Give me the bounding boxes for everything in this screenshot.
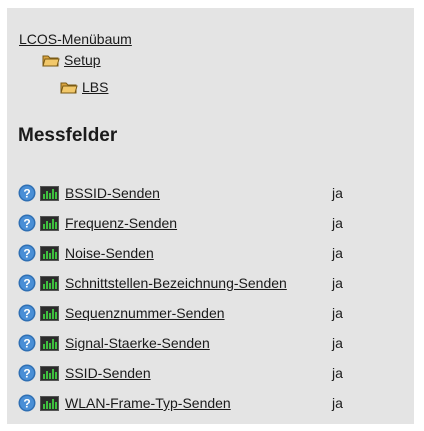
parameter-value: ja — [332, 335, 343, 351]
parameter-link[interactable]: Noise-Senden — [65, 245, 330, 261]
parameter-value: ja — [332, 305, 343, 321]
chart-icon[interactable] — [40, 365, 59, 381]
tree-node-setup-label[interactable]: Setup — [64, 52, 101, 68]
chart-icon[interactable] — [40, 335, 59, 351]
section-title: Messfelder — [18, 125, 118, 146]
help-icon[interactable]: ? — [18, 364, 36, 382]
parameter-row: ? BSSID-Senden ja — [18, 178, 408, 208]
tree-node-lbs-label[interactable]: LBS — [82, 79, 108, 95]
parameter-row: ? Noise-Senden ja — [18, 238, 408, 268]
svg-text:?: ? — [23, 337, 30, 351]
svg-text:?: ? — [23, 277, 30, 291]
parameter-row: ? Schnittstellen-Bezeichnung-Senden ja — [18, 268, 408, 298]
chart-icon[interactable] — [40, 395, 59, 411]
parameter-link[interactable]: Schnittstellen-Bezeichnung-Senden — [65, 275, 330, 291]
svg-text:?: ? — [23, 187, 30, 201]
parameter-row: ? Signal-Staerke-Senden ja — [18, 328, 408, 358]
svg-text:?: ? — [23, 247, 30, 261]
parameter-value: ja — [332, 185, 343, 201]
tree-node-setup[interactable]: Setup — [42, 52, 101, 68]
folder-icon — [42, 55, 60, 67]
parameter-row: ? WLAN-Frame-Typ-Senden ja — [18, 388, 408, 418]
parameter-value: ja — [332, 395, 343, 411]
parameter-link[interactable]: BSSID-Senden — [65, 185, 330, 201]
parameter-value: ja — [332, 245, 343, 261]
parameter-value: ja — [332, 275, 343, 291]
tree-node-lbs[interactable]: LBS — [60, 79, 108, 95]
help-icon[interactable]: ? — [18, 304, 36, 322]
parameter-row: ? Frequenz-Senden ja — [18, 208, 408, 238]
parameter-row: ? SSID-Senden ja — [18, 358, 408, 388]
parameter-link[interactable]: Sequenznummer-Senden — [65, 305, 330, 321]
parameter-link[interactable]: SSID-Senden — [65, 365, 330, 381]
chart-icon[interactable] — [40, 305, 59, 321]
svg-text:?: ? — [23, 397, 30, 411]
parameter-value: ja — [332, 215, 343, 231]
chart-icon[interactable] — [40, 245, 59, 261]
help-icon[interactable]: ? — [18, 214, 36, 232]
tree-root-link[interactable]: LCOS-Menübaum — [19, 31, 132, 47]
parameter-list: ? BSSID-Senden ja ? Frequenz-Senden ja ?… — [18, 178, 408, 418]
help-icon[interactable]: ? — [18, 394, 36, 412]
chart-icon[interactable] — [40, 215, 59, 231]
parameter-link[interactable]: WLAN-Frame-Typ-Senden — [65, 395, 330, 411]
help-icon[interactable]: ? — [18, 334, 36, 352]
chart-icon[interactable] — [40, 185, 59, 201]
content-panel: LCOS-Menübaum Setup LBS Messfelder ? BSS… — [7, 8, 414, 424]
help-icon[interactable]: ? — [18, 274, 36, 292]
parameter-link[interactable]: Signal-Staerke-Senden — [65, 335, 330, 351]
parameter-value: ja — [332, 365, 343, 381]
parameter-row: ? Sequenznummer-Senden ja — [18, 298, 408, 328]
svg-text:?: ? — [23, 217, 30, 231]
svg-text:?: ? — [23, 367, 30, 381]
help-icon[interactable]: ? — [18, 184, 36, 202]
chart-icon[interactable] — [40, 275, 59, 291]
folder-icon — [60, 82, 78, 94]
help-icon[interactable]: ? — [18, 244, 36, 262]
svg-text:?: ? — [23, 307, 30, 321]
parameter-link[interactable]: Frequenz-Senden — [65, 215, 330, 231]
